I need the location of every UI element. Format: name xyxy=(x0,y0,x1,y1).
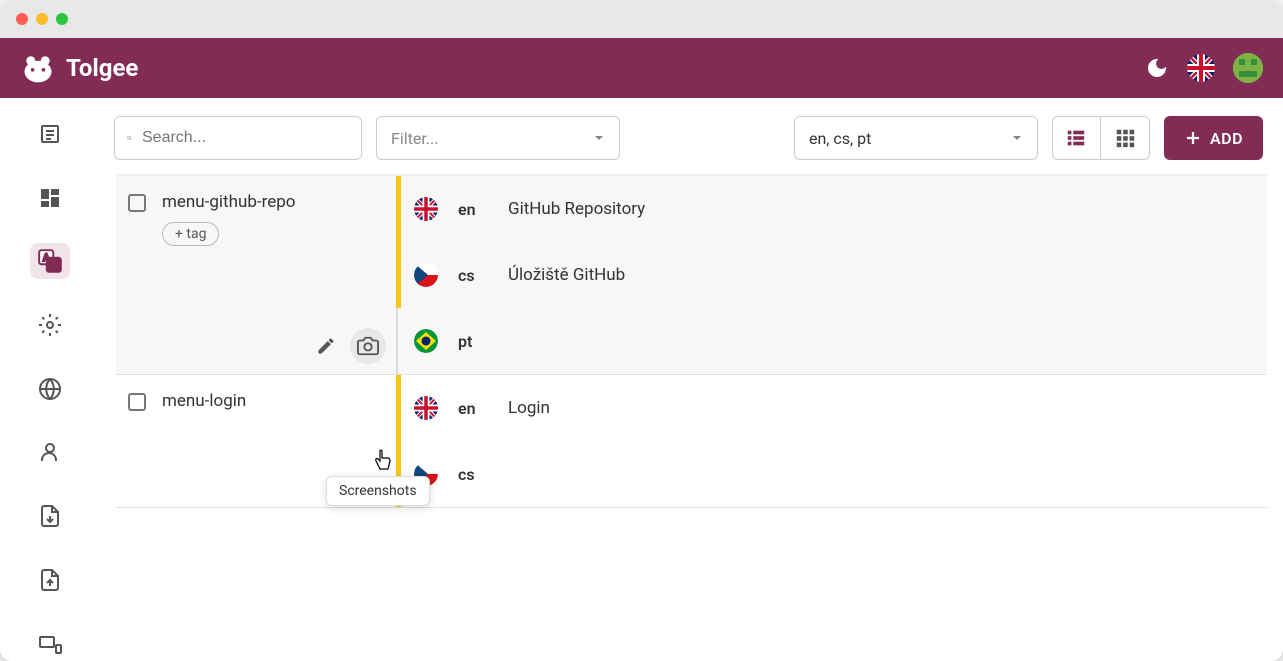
view-toggle-group xyxy=(1052,116,1150,160)
flag-cz-icon xyxy=(414,263,438,287)
row-checkbox[interactable] xyxy=(128,393,146,411)
flag-uk-icon xyxy=(414,197,438,221)
sidebar-item-integrations[interactable] xyxy=(30,625,70,661)
window-titlebar xyxy=(0,0,1283,38)
translation-row[interactable]: en Login xyxy=(398,375,1267,441)
brand-name: Tolgee xyxy=(66,54,138,82)
translations-list: en Login cs xyxy=(396,375,1267,507)
translation-text: Login xyxy=(508,398,550,418)
search-input[interactable] xyxy=(142,129,349,147)
main-panel: Filter... en, cs, pt xyxy=(100,98,1283,661)
translation-row[interactable]: cs Úložiště GitHub xyxy=(398,242,1267,308)
flag-uk-icon xyxy=(414,396,438,420)
window-minimize-icon[interactable] xyxy=(36,13,48,25)
sidebar-item-members[interactable] xyxy=(30,434,70,470)
translations-list: en GitHub Repository cs Úložiště GitHub … xyxy=(396,176,1267,374)
language-select-dropdown[interactable]: en, cs, pt xyxy=(794,116,1038,160)
sidebar-item-settings[interactable] xyxy=(30,307,70,343)
camera-icon xyxy=(357,335,379,357)
lang-code: cs xyxy=(458,266,488,285)
lang-code: cs xyxy=(458,465,488,484)
app-header: Tolgee xyxy=(0,38,1283,98)
flag-br-icon xyxy=(414,329,438,353)
sidebar-item-projects[interactable] xyxy=(30,116,70,152)
app-window: Tolgee xyxy=(0,0,1283,661)
translation-row[interactable]: en GitHub Repository xyxy=(398,176,1267,242)
pencil-icon xyxy=(316,336,336,356)
tooltip: Screenshots xyxy=(326,476,430,506)
language-flag-icon[interactable] xyxy=(1187,54,1215,82)
sidebar-item-languages[interactable] xyxy=(30,371,70,407)
sidebar-item-import[interactable] xyxy=(30,498,70,534)
dark-mode-icon[interactable] xyxy=(1145,56,1169,80)
plus-icon xyxy=(1184,129,1202,147)
add-tag-button[interactable]: + tag xyxy=(162,222,219,246)
user-avatar[interactable] xyxy=(1233,53,1263,83)
chevron-down-icon xyxy=(1011,132,1023,144)
lang-code: en xyxy=(458,200,488,219)
lang-code: pt xyxy=(458,332,488,351)
key-cell: menu-github-repo + tag xyxy=(116,176,396,374)
window-maximize-icon[interactable] xyxy=(56,13,68,25)
translation-row[interactable]: pt xyxy=(398,308,1267,374)
key-row: menu-login en Login cs xyxy=(116,375,1267,508)
chevron-down-icon xyxy=(593,132,605,144)
language-select-value: en, cs, pt xyxy=(809,129,871,148)
add-button-label: ADD xyxy=(1210,129,1243,148)
tolgee-logo-icon xyxy=(20,50,56,86)
search-input-wrapper[interactable] xyxy=(114,116,362,160)
grid-icon xyxy=(1114,127,1136,149)
lang-code: en xyxy=(458,399,488,418)
toolbar: Filter... en, cs, pt xyxy=(100,98,1283,174)
key-row: menu-github-repo + tag xyxy=(116,176,1267,375)
header-actions xyxy=(1145,53,1263,83)
translation-row[interactable]: cs xyxy=(398,441,1267,507)
translation-text: GitHub Repository xyxy=(508,199,645,219)
window-close-icon[interactable] xyxy=(16,13,28,25)
svg-text:文: 文 xyxy=(49,259,59,272)
sidebar-item-translations[interactable]: A文 xyxy=(30,243,70,279)
sidebar-item-export[interactable] xyxy=(30,562,70,598)
add-button[interactable]: ADD xyxy=(1164,116,1263,160)
screenshots-button[interactable] xyxy=(350,328,386,364)
filter-dropdown[interactable]: Filter... xyxy=(376,116,620,160)
row-checkbox[interactable] xyxy=(128,194,146,212)
brand[interactable]: Tolgee xyxy=(20,50,138,86)
key-name[interactable]: menu-login xyxy=(162,391,246,411)
sidebar: A文 xyxy=(0,98,100,661)
edit-button[interactable] xyxy=(308,328,344,364)
sidebar-item-dashboard[interactable] xyxy=(30,180,70,216)
list-view-button[interactable] xyxy=(1053,117,1101,159)
translation-text: Úložiště GitHub xyxy=(508,265,625,285)
grid-view-button[interactable] xyxy=(1101,117,1149,159)
key-name[interactable]: menu-github-repo xyxy=(162,192,295,212)
key-actions xyxy=(308,328,386,364)
translations-table: menu-github-repo + tag xyxy=(116,174,1267,661)
cursor-icon xyxy=(372,449,392,473)
filter-label: Filter... xyxy=(391,129,438,148)
search-icon xyxy=(127,127,132,149)
content-area: A文 xyxy=(0,98,1283,661)
list-icon xyxy=(1065,127,1087,149)
